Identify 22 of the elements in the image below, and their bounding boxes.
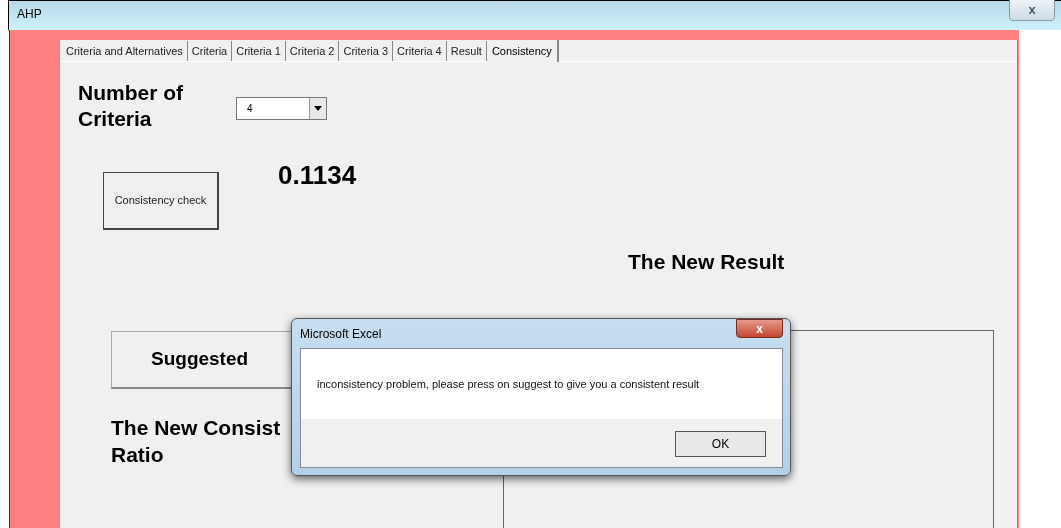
new-result-label: The New Result	[628, 249, 785, 275]
tab[interactable]: Criteria 1	[232, 41, 286, 61]
new-ratio-label: The New Consist	[111, 415, 281, 441]
tab[interactable]: Criteria	[187, 41, 233, 61]
close-button[interactable]: x	[736, 319, 783, 338]
tab[interactable]: Criteria and Alternatives	[62, 41, 188, 61]
ok-button[interactable]: OK	[675, 431, 766, 457]
criteria-label: Number of Criteria	[78, 80, 184, 132]
criteria-dropdown[interactable]: 4	[236, 97, 327, 120]
new-ratio-label: Ratio	[111, 442, 165, 468]
tab[interactable]: Result	[446, 41, 487, 61]
tab[interactable]: Criteria 4	[393, 41, 447, 61]
window-title: AHP	[17, 6, 42, 23]
tab[interactable]: Criteria 2	[285, 41, 340, 61]
tab[interactable]: Consistency	[486, 40, 559, 62]
dropdown-value: 4	[246, 102, 254, 116]
dialog-message: inconsistency problem, please press on suggest to give you a consistent result	[317, 376, 700, 392]
tab[interactable]: Criteria 3	[339, 41, 394, 61]
consistency-value: 0.1134	[278, 159, 357, 192]
close-button[interactable]: x	[1009, 0, 1055, 21]
dialog-title: Microsoft Excel	[300, 326, 382, 343]
consistency-check-button[interactable]: Consistency check	[103, 172, 219, 230]
